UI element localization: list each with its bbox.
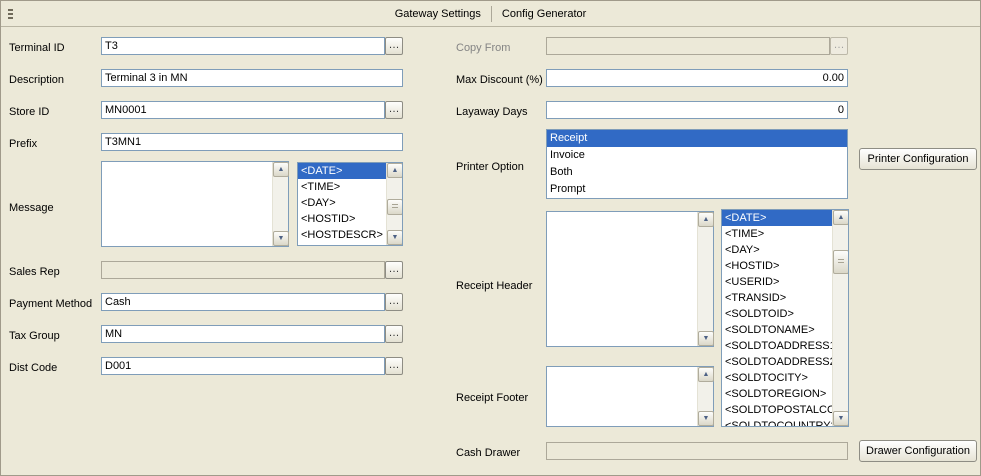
- description-input[interactable]: [101, 69, 403, 87]
- max-discount-input[interactable]: [546, 69, 848, 87]
- tab-config-generator[interactable]: Config Generator: [492, 5, 596, 23]
- printer-option-label: Printer Option: [456, 160, 524, 174]
- cash-drawer-input: [546, 442, 848, 460]
- toolbar-grip-icon: [8, 9, 13, 19]
- list-item[interactable]: <DAY>: [722, 242, 832, 258]
- payment-method-label: Payment Method: [9, 297, 92, 311]
- list-item[interactable]: <SOLDTOADDRESS1>: [722, 338, 832, 354]
- sales-rep-input[interactable]: [101, 261, 385, 279]
- store-id-input[interactable]: [101, 101, 385, 119]
- cash-drawer-label: Cash Drawer: [456, 446, 520, 460]
- receipt-footer-label: Receipt Footer: [456, 391, 528, 405]
- copy-from-input: [546, 37, 830, 55]
- scroll-up-icon[interactable]: ▲: [698, 212, 714, 227]
- receipt-token-listbox: <DATE> <TIME> <DAY> <HOSTID> <USERID> <T…: [721, 209, 849, 427]
- list-item[interactable]: <SOLDTOCITY>: [722, 370, 832, 386]
- scroll-down-icon[interactable]: ▼: [833, 411, 849, 426]
- scroll-up-icon[interactable]: ▲: [833, 210, 849, 225]
- list-item[interactable]: Both: [547, 164, 847, 181]
- list-item[interactable]: <SOLDTOREGION>: [722, 386, 832, 402]
- scrollbar-thumb[interactable]: [387, 199, 403, 215]
- list-item[interactable]: <SOLDTOCOUNTRY>: [722, 418, 832, 427]
- scroll-down-icon[interactable]: ▼: [698, 411, 714, 426]
- list-item[interactable]: Prompt: [547, 181, 847, 198]
- layaway-days-label: Layaway Days: [456, 105, 528, 119]
- scrollbar-thumb[interactable]: [833, 250, 849, 274]
- scroll-down-icon[interactable]: ▼: [698, 331, 714, 346]
- list-item[interactable]: <HOSTID>: [722, 258, 832, 274]
- tab-gateway-settings[interactable]: Gateway Settings: [385, 5, 491, 23]
- prefix-label: Prefix: [9, 137, 37, 151]
- gateway-settings-form: Gateway Settings Config Generator Termin…: [0, 0, 981, 476]
- list-item[interactable]: <TIME>: [722, 226, 832, 242]
- scroll-down-icon[interactable]: ▼: [387, 230, 403, 245]
- list-item[interactable]: Invoice: [547, 147, 847, 164]
- message-token-listbox: <DATE> <TIME> <DAY> <HOSTID> <HOSTDESCR>…: [297, 162, 403, 246]
- receipt-footer-textarea[interactable]: ▲ ▼: [546, 366, 714, 427]
- list-item[interactable]: <TIME>: [298, 179, 386, 195]
- dist-code-input[interactable]: [101, 357, 385, 375]
- prefix-input[interactable]: [101, 133, 403, 151]
- scroll-down-icon[interactable]: ▼: [273, 231, 289, 246]
- store-id-browse-button[interactable]: …: [385, 101, 403, 119]
- list-item[interactable]: <HOSTDESCR>: [298, 227, 386, 243]
- scroll-up-icon[interactable]: ▲: [273, 162, 289, 177]
- list-item[interactable]: <SOLDTOPOSTALCODE>: [722, 402, 832, 418]
- list-item[interactable]: <USERID>: [722, 274, 832, 290]
- scroll-up-icon[interactable]: ▲: [698, 367, 714, 382]
- list-item[interactable]: <SOLDTOADDRESS2>: [722, 354, 832, 370]
- list-item[interactable]: <HOSTID>: [298, 211, 386, 227]
- tax-group-label: Tax Group: [9, 329, 60, 343]
- list-item[interactable]: <SOLDTOID>: [722, 306, 832, 322]
- dist-code-label: Dist Code: [9, 361, 57, 375]
- list-item[interactable]: <DATE>: [722, 210, 832, 226]
- copy-from-browse-button: …: [830, 37, 848, 55]
- message-scrollbar: ▲ ▼: [272, 162, 288, 246]
- tax-group-input[interactable]: [101, 325, 385, 343]
- receipt-header-scrollbar: ▲ ▼: [697, 212, 713, 346]
- list-item[interactable]: <SOLDTONAME>: [722, 322, 832, 338]
- terminal-id-browse-button[interactable]: …: [385, 37, 403, 55]
- receipt-footer-scrollbar: ▲ ▼: [697, 367, 713, 426]
- dist-code-browse-button[interactable]: …: [385, 357, 403, 375]
- description-label: Description: [9, 73, 64, 87]
- list-item[interactable]: <DAY>: [298, 195, 386, 211]
- printer-configuration-button[interactable]: Printer Configuration: [859, 148, 977, 170]
- sales-rep-browse-button[interactable]: …: [385, 261, 403, 279]
- layaway-days-input[interactable]: [546, 101, 848, 119]
- receipt-header-textarea[interactable]: ▲ ▼: [546, 211, 714, 347]
- printer-option-listbox: Receipt Invoice Both Prompt: [546, 129, 848, 199]
- message-textarea[interactable]: ▲ ▼: [101, 161, 289, 247]
- sales-rep-label: Sales Rep: [9, 265, 60, 279]
- message-label: Message: [9, 201, 54, 215]
- copy-from-label: Copy From: [456, 41, 510, 55]
- store-id-label: Store ID: [9, 105, 49, 119]
- terminal-id-input[interactable]: [101, 37, 385, 55]
- payment-method-input[interactable]: [101, 293, 385, 311]
- receipt-token-scrollbar: ▲ ▼: [832, 210, 848, 426]
- tax-group-browse-button[interactable]: …: [385, 325, 403, 343]
- top-toolbar: Gateway Settings Config Generator: [1, 2, 980, 27]
- list-item[interactable]: <DATE>: [298, 163, 386, 179]
- payment-method-browse-button[interactable]: …: [385, 293, 403, 311]
- max-discount-label: Max Discount (%): [456, 73, 543, 87]
- scroll-up-icon[interactable]: ▲: [387, 163, 403, 178]
- receipt-header-label: Receipt Header: [456, 279, 532, 293]
- list-item[interactable]: <TRANSID>: [722, 290, 832, 306]
- list-item[interactable]: Receipt: [547, 130, 847, 147]
- terminal-id-label: Terminal ID: [9, 41, 65, 55]
- drawer-configuration-button[interactable]: Drawer Configuration: [859, 440, 977, 462]
- message-token-scrollbar: ▲ ▼: [386, 163, 402, 245]
